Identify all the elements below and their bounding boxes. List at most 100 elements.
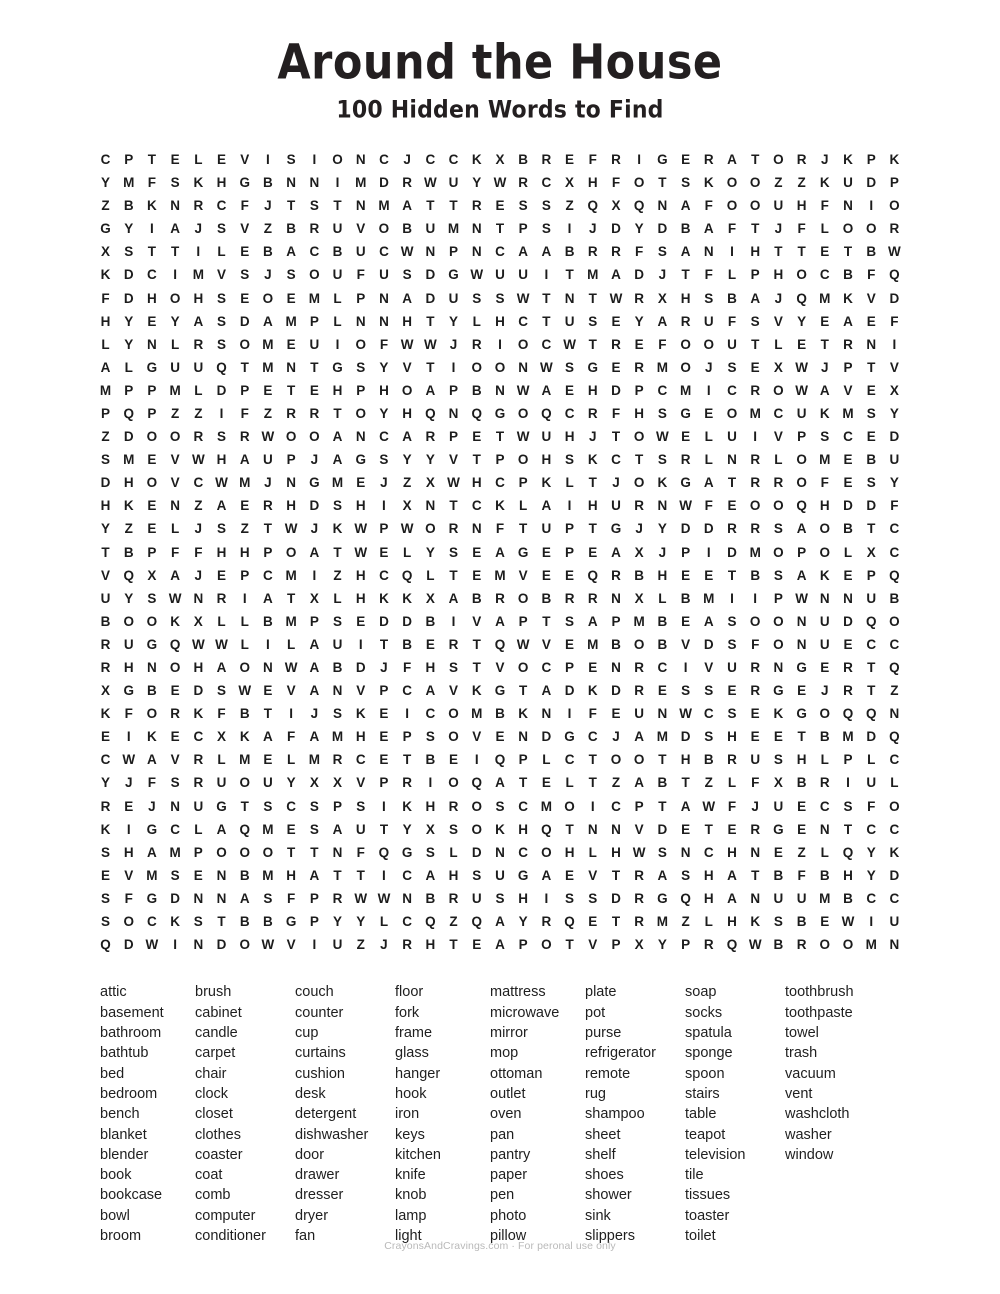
grid-cell[interactable]: U: [790, 407, 813, 421]
grid-cell[interactable]: S: [488, 892, 511, 906]
grid-cell[interactable]: A: [813, 384, 836, 398]
grid-cell[interactable]: V: [488, 661, 511, 675]
grid-cell[interactable]: S: [697, 730, 720, 744]
word-list-item[interactable]: knob: [395, 1185, 490, 1205]
grid-cell[interactable]: I: [697, 546, 720, 560]
grid-cell[interactable]: K: [767, 707, 790, 721]
grid-cell[interactable]: E: [813, 661, 836, 675]
grid-cell[interactable]: W: [349, 546, 372, 560]
grid-cell[interactable]: N: [883, 707, 906, 721]
grid-cell[interactable]: D: [303, 499, 326, 513]
grid-cell[interactable]: O: [674, 338, 697, 352]
grid-cell[interactable]: P: [883, 176, 906, 190]
grid-cell[interactable]: M: [280, 615, 303, 629]
grid-cell[interactable]: H: [720, 915, 743, 929]
grid-cell[interactable]: O: [419, 522, 442, 536]
grid-cell[interactable]: J: [372, 476, 395, 490]
grid-cell[interactable]: U: [813, 638, 836, 652]
grid-cell[interactable]: B: [697, 753, 720, 767]
grid-cell[interactable]: N: [558, 291, 581, 306]
grid-cell[interactable]: Q: [117, 407, 140, 421]
grid-cell[interactable]: F: [488, 522, 511, 536]
grid-cell[interactable]: N: [349, 315, 372, 329]
grid-cell[interactable]: R: [280, 407, 303, 421]
grid-cell[interactable]: I: [372, 800, 395, 814]
grid-cell[interactable]: H: [558, 846, 581, 860]
grid-cell[interactable]: A: [535, 499, 558, 513]
word-list-item[interactable]: pantry: [490, 1145, 585, 1165]
grid-cell[interactable]: M: [94, 384, 117, 398]
grid-cell[interactable]: J: [187, 522, 210, 536]
grid-cell[interactable]: W: [187, 453, 210, 467]
grid-cell[interactable]: O: [767, 499, 790, 513]
grid-cell[interactable]: E: [674, 823, 697, 837]
grid-cell[interactable]: K: [465, 684, 488, 698]
grid-cell[interactable]: T: [790, 245, 813, 259]
grid-cell[interactable]: K: [837, 291, 860, 306]
grid-cell[interactable]: B: [837, 268, 860, 282]
grid-cell[interactable]: A: [210, 499, 233, 513]
grid-cell[interactable]: B: [535, 592, 558, 606]
grid-cell[interactable]: D: [94, 476, 117, 490]
word-list-item[interactable]: cup: [295, 1023, 395, 1043]
word-list-item[interactable]: clock: [195, 1084, 295, 1104]
grid-cell[interactable]: B: [860, 245, 883, 259]
grid-cell[interactable]: N: [280, 176, 303, 190]
grid-cell[interactable]: J: [372, 661, 395, 675]
grid-cell[interactable]: P: [767, 592, 790, 606]
grid-cell[interactable]: Q: [94, 938, 117, 952]
grid-cell[interactable]: K: [326, 522, 349, 536]
grid-cell[interactable]: I: [628, 153, 651, 167]
grid-cell[interactable]: S: [233, 268, 256, 282]
grid-cell[interactable]: C: [372, 430, 395, 444]
grid-cell[interactable]: T: [140, 245, 163, 259]
grid-cell[interactable]: T: [256, 707, 279, 721]
grid-cell[interactable]: O: [697, 338, 720, 352]
grid-cell[interactable]: S: [442, 661, 465, 675]
grid-cell[interactable]: H: [535, 453, 558, 467]
grid-cell[interactable]: G: [790, 661, 813, 675]
grid-cell[interactable]: Q: [558, 915, 581, 929]
grid-cell[interactable]: S: [465, 869, 488, 883]
grid-cell[interactable]: N: [651, 707, 674, 721]
grid-cell[interactable]: E: [837, 453, 860, 467]
grid-cell[interactable]: S: [767, 522, 790, 536]
grid-cell[interactable]: R: [94, 661, 117, 675]
grid-cell[interactable]: R: [744, 384, 767, 398]
grid-cell[interactable]: F: [117, 707, 140, 721]
grid-cell[interactable]: I: [883, 338, 906, 352]
grid-cell[interactable]: T: [674, 268, 697, 282]
grid-cell[interactable]: Y: [860, 869, 883, 883]
grid-cell[interactable]: A: [720, 869, 743, 883]
grid-cell[interactable]: F: [651, 338, 674, 352]
grid-cell[interactable]: K: [813, 407, 836, 421]
grid-cell[interactable]: Y: [396, 823, 419, 837]
grid-cell[interactable]: E: [744, 707, 767, 721]
grid-cell[interactable]: U: [326, 268, 349, 282]
grid-cell[interactable]: Z: [94, 430, 117, 444]
grid-cell[interactable]: N: [303, 176, 326, 190]
grid-cell[interactable]: U: [303, 338, 326, 352]
grid-cell[interactable]: F: [744, 638, 767, 652]
grid-cell[interactable]: A: [140, 846, 163, 860]
grid-cell[interactable]: V: [349, 684, 372, 698]
grid-cell[interactable]: M: [326, 730, 349, 744]
grid-cell[interactable]: T: [744, 338, 767, 352]
grid-cell[interactable]: O: [767, 615, 790, 629]
grid-cell[interactable]: S: [256, 800, 279, 814]
grid-cell[interactable]: I: [349, 638, 372, 652]
grid-cell[interactable]: B: [488, 707, 511, 721]
word-list-item[interactable]: coaster: [195, 1145, 295, 1165]
grid-cell[interactable]: H: [349, 592, 372, 606]
grid-cell[interactable]: X: [628, 938, 651, 952]
grid-cell[interactable]: S: [488, 800, 511, 814]
grid-cell[interactable]: H: [744, 245, 767, 259]
grid-cell[interactable]: A: [674, 199, 697, 213]
grid-cell[interactable]: A: [396, 291, 419, 306]
grid-cell[interactable]: P: [117, 153, 140, 167]
grid-cell[interactable]: X: [94, 684, 117, 698]
grid-cell[interactable]: Y: [883, 407, 906, 421]
grid-cell[interactable]: T: [860, 684, 883, 698]
grid-cell[interactable]: B: [326, 661, 349, 675]
grid-cell[interactable]: I: [303, 569, 326, 583]
